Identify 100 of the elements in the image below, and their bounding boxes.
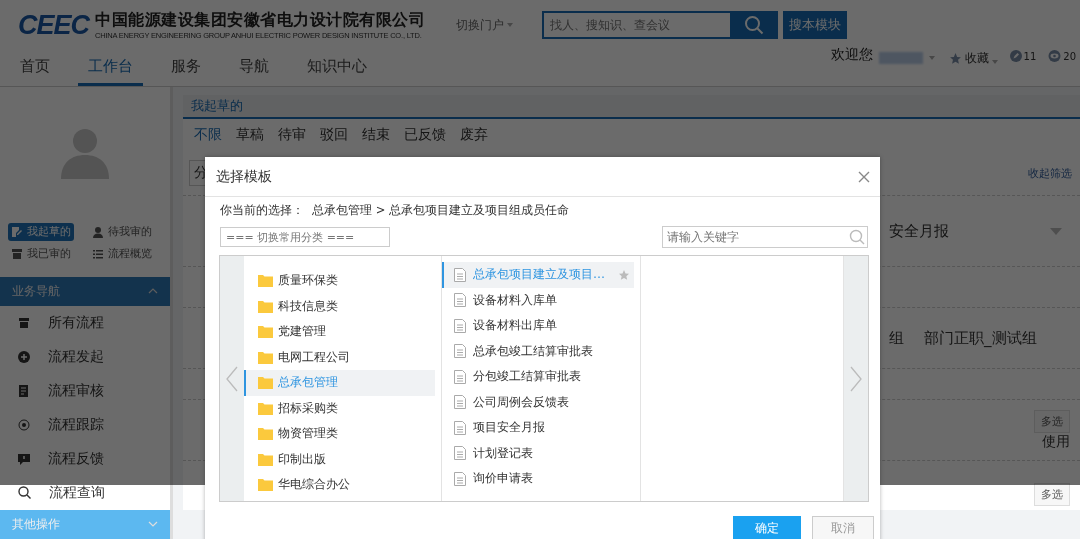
category-item[interactable]: 总承包管理 — [244, 370, 435, 396]
folder-icon — [258, 325, 273, 339]
sidebar-item[interactable]: 流程查询 — [0, 475, 170, 510]
folder-icon — [258, 427, 273, 441]
status-tab[interactable]: 驳回 — [315, 126, 353, 144]
search-icon — [18, 486, 31, 500]
pencil-circle-icon — [1009, 50, 1022, 62]
quick-link[interactable]: 流程概览 — [89, 245, 155, 264]
comment-icon — [18, 452, 30, 465]
welcome-text: 欢迎您 — [830, 46, 873, 64]
category-item[interactable]: 党建管理 — [244, 319, 435, 345]
category-item[interactable]: 质量环保类 — [244, 268, 435, 294]
eye-circle-icon — [1048, 50, 1062, 62]
status-tab[interactable]: 草稿 — [231, 126, 269, 144]
template-item[interactable]: 计划登记表 — [442, 440, 634, 466]
next-arrow-button[interactable] — [844, 256, 868, 501]
document-icon — [18, 384, 30, 397]
company-logo: CEEC — [18, 9, 89, 41]
counter-badge[interactable]: 11 — [1009, 50, 1037, 62]
category-item[interactable]: 华电综合办公 — [244, 472, 435, 498]
document-icon — [454, 267, 466, 282]
folder-icon — [258, 376, 273, 390]
quick-link[interactable]: 我起草的 — [8, 223, 74, 242]
category-item[interactable]: 电网工程公司 — [244, 344, 435, 370]
template-item[interactable]: 公司周例会反馈表 — [442, 389, 634, 415]
category-item[interactable]: 科技信息类 — [244, 293, 435, 319]
document-icon — [454, 293, 466, 308]
search-icon — [849, 229, 865, 245]
document-icon — [454, 395, 466, 410]
dropdown-caret-icon[interactable] — [1050, 227, 1062, 235]
multi-select-button[interactable]: 多选 — [1034, 483, 1070, 506]
nav-tab[interactable]: 服务 — [161, 50, 211, 86]
template-item[interactable]: 设备材料入库单 — [442, 287, 634, 313]
panel-title: 我起草的 — [191, 97, 243, 115]
status-tab[interactable]: 结束 — [357, 126, 395, 144]
collapse-filter-link[interactable]: 收起筛选 — [1028, 165, 1072, 181]
folder-icon — [258, 452, 273, 466]
favorites-menu[interactable]: 收藏 — [948, 50, 998, 67]
person-icon — [92, 226, 104, 239]
sidebar-item[interactable]: 流程跟踪 — [0, 407, 170, 442]
dialog-title: 选择模板 — [216, 167, 272, 186]
star-icon — [948, 52, 962, 65]
caret-icon — [507, 23, 513, 27]
selection-label: 你当前的选择： — [220, 203, 304, 219]
sidebar-item[interactable]: 流程审核 — [0, 373, 170, 408]
company-name: 中国能源建设集团安徽省电力设计院有限公司 — [95, 10, 425, 31]
sidebar-item[interactable]: 流程反馈 — [0, 441, 170, 476]
archive-icon — [18, 316, 30, 329]
nav-tab[interactable]: 知识中心 — [297, 50, 377, 86]
cancel-button[interactable]: 取消 — [812, 516, 874, 539]
counter-badge[interactable]: 20 — [1048, 50, 1076, 62]
document-icon — [454, 318, 466, 333]
document-icon — [454, 344, 466, 359]
category-item[interactable]: 物资管理类 — [244, 421, 435, 447]
sidebar-item[interactable]: 流程发起 — [0, 339, 170, 374]
status-tab[interactable]: 待审 — [273, 126, 311, 144]
chevron-icon — [148, 288, 158, 295]
document-icon — [454, 369, 466, 384]
use-label: 使用 — [1042, 432, 1070, 451]
section-header[interactable]: 业务导航 — [0, 276, 170, 306]
archive-icon — [11, 248, 23, 261]
close-icon — [858, 170, 870, 183]
template-item[interactable]: 项目安全月报 — [442, 415, 634, 441]
keyword-search-field[interactable]: 请输入关键字 — [662, 226, 868, 248]
quick-link[interactable]: 待我审的 — [89, 223, 155, 242]
document-icon — [454, 420, 466, 435]
selection-path: 总承包管理 > 总承包项目建立及项目组成员任命 — [312, 203, 569, 219]
search-button[interactable] — [730, 11, 778, 39]
quick-link[interactable]: 我已审的 — [8, 245, 74, 264]
status-tab[interactable]: 废弃 — [455, 126, 493, 144]
group-text: 部门正职_测试组 — [924, 328, 1037, 348]
nav-tab[interactable]: 首页 — [10, 50, 60, 86]
search-icon — [744, 15, 764, 35]
document-icon — [454, 471, 466, 486]
template-item[interactable]: 总承包项目建立及项目… — [442, 262, 634, 288]
template-item[interactable]: 分包竣工结算审批表 — [442, 364, 634, 390]
section-header[interactable]: 其他操作 — [0, 509, 170, 539]
chevron-icon — [148, 521, 158, 528]
status-tab[interactable]: 已反馈 — [399, 126, 451, 144]
template-item[interactable]: 询价申请表 — [442, 466, 634, 492]
category-item[interactable]: 印制出版 — [244, 446, 435, 472]
previous-arrow-button[interactable] — [220, 256, 244, 501]
sidebar-item[interactable]: 所有流程 — [0, 305, 170, 340]
confirm-button[interactable]: 确定 — [733, 516, 801, 539]
star-icon[interactable] — [618, 268, 630, 281]
template-item[interactable]: 总承包竣工结算审批表 — [442, 338, 634, 364]
chevron-left-icon — [226, 365, 238, 392]
category-item[interactable]: 招标采购类 — [244, 395, 435, 421]
caret-icon — [928, 56, 935, 60]
list-icon — [92, 248, 104, 261]
nav-tab[interactable]: 导航 — [229, 50, 279, 86]
template-item[interactable]: 设备材料出库单 — [442, 313, 634, 339]
folder-icon — [258, 478, 273, 492]
multi-select-button[interactable]: 多选 — [1034, 409, 1070, 433]
module-search-button[interactable]: 搜本模块 — [783, 11, 847, 39]
folder-icon — [258, 299, 273, 313]
portal-switch[interactable]: 切换门户 — [456, 16, 536, 34]
category-switch-field[interactable]: === 切换常用分类 === — [220, 227, 390, 247]
folder-icon — [258, 350, 273, 364]
status-tab[interactable]: 不限 — [189, 126, 227, 144]
